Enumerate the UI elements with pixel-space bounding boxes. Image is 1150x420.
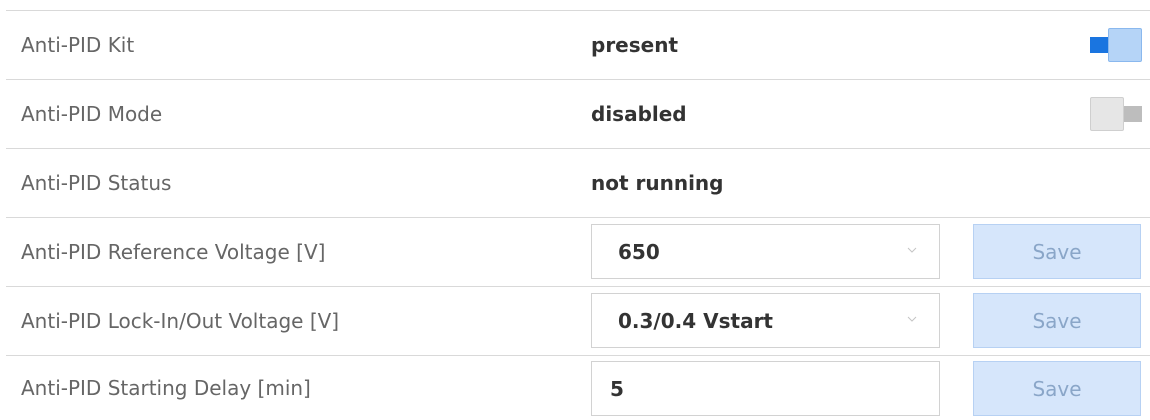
setting-row-starting-delay: Anti-PID Starting Delay [min] 5 Save bbox=[6, 355, 1150, 420]
select-value: 650 bbox=[618, 239, 660, 264]
save-reference-voltage-button[interactable]: Save bbox=[973, 224, 1141, 279]
save-lock-in-out-voltage-button[interactable]: Save bbox=[973, 293, 1141, 348]
setting-label: Anti-PID Starting Delay [min] bbox=[21, 376, 311, 400]
setting-value: disabled bbox=[591, 102, 687, 126]
setting-value: present bbox=[591, 33, 679, 57]
save-starting-delay-button[interactable]: Save bbox=[973, 361, 1141, 416]
setting-label: Anti-PID Kit bbox=[21, 33, 135, 57]
setting-label: Anti-PID Status bbox=[21, 171, 172, 195]
toggle-knob bbox=[1090, 97, 1124, 131]
setting-row-anti-pid-status: Anti-PID Status not running bbox=[6, 148, 1150, 217]
reference-voltage-select[interactable]: 650 bbox=[591, 224, 940, 279]
anti-pid-settings-table: Anti-PID Kit present Anti-PID Mode disab… bbox=[0, 0, 1150, 420]
setting-row-lock-in-out-voltage: Anti-PID Lock-In/Out Voltage [V] 0.3/0.4… bbox=[6, 286, 1150, 355]
status-value: not running bbox=[591, 171, 724, 195]
anti-pid-kit-toggle[interactable] bbox=[1090, 28, 1142, 62]
anti-pid-mode-toggle[interactable] bbox=[1090, 97, 1142, 131]
setting-row-reference-voltage: Anti-PID Reference Voltage [V] 650 Save bbox=[6, 217, 1150, 286]
input-value: 5 bbox=[610, 376, 624, 401]
toggle-knob bbox=[1108, 28, 1142, 62]
lock-in-out-voltage-select[interactable]: 0.3/0.4 Vstart bbox=[591, 293, 940, 348]
starting-delay-input[interactable]: 5 bbox=[591, 361, 940, 416]
chevron-down-icon bbox=[907, 247, 917, 253]
setting-label: Anti-PID Lock-In/Out Voltage [V] bbox=[21, 309, 340, 333]
setting-label: Anti-PID Mode bbox=[21, 102, 163, 126]
chevron-down-icon bbox=[907, 316, 917, 322]
setting-row-anti-pid-mode: Anti-PID Mode disabled bbox=[6, 79, 1150, 148]
setting-row-anti-pid-kit: Anti-PID Kit present bbox=[6, 10, 1150, 79]
select-value: 0.3/0.4 Vstart bbox=[618, 308, 773, 333]
setting-label: Anti-PID Reference Voltage [V] bbox=[21, 240, 326, 264]
